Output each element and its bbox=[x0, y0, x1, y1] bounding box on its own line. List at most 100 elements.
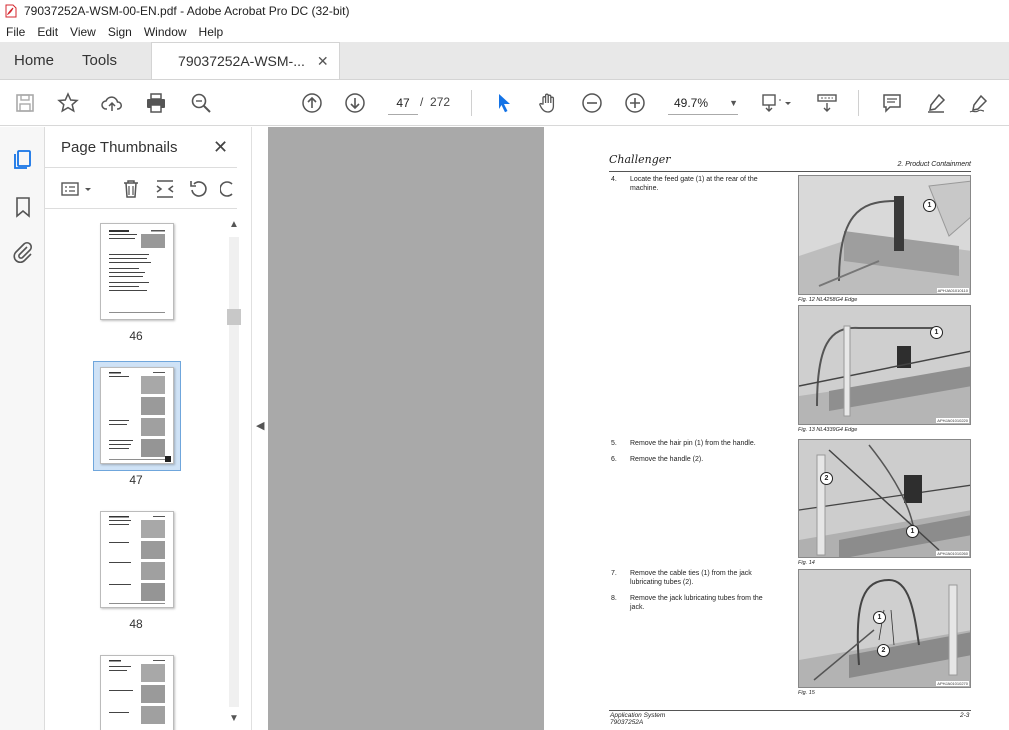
page-thumbnails-icon[interactable] bbox=[11, 148, 35, 172]
thumbnail-label: 48 bbox=[129, 617, 143, 631]
thumbnail-page-46[interactable] bbox=[100, 223, 174, 320]
section-header: 2. Product Containment bbox=[897, 161, 971, 168]
callout-2: 2 bbox=[820, 472, 833, 485]
close-tab-icon[interactable]: ✕ bbox=[317, 53, 329, 70]
delete-page-icon[interactable] bbox=[120, 178, 142, 200]
save-icon[interactable] bbox=[14, 92, 36, 114]
thumbnail-list: 46 47 48 bbox=[45, 209, 227, 730]
menu-help[interactable]: Help bbox=[193, 25, 230, 39]
callout-1: 1 bbox=[923, 199, 936, 212]
figure-code: APHJA01010110 bbox=[936, 288, 969, 293]
thumbnail-label: 47 bbox=[129, 473, 143, 487]
attachments-icon[interactable] bbox=[11, 240, 35, 264]
chevron-down-icon[interactable] bbox=[83, 178, 93, 200]
thumbnail-page-47[interactable] bbox=[100, 367, 174, 464]
footer-page-number: 2-3 bbox=[960, 712, 970, 719]
step-number: 6. bbox=[611, 456, 617, 463]
hand-tool-icon[interactable] bbox=[537, 92, 559, 114]
callout-1: 1 bbox=[906, 525, 919, 538]
footer-rule bbox=[609, 710, 971, 711]
figure-code: APHJA01010220 bbox=[936, 418, 969, 423]
document-viewer[interactable]: Challenger 2. Product Containment 4. Loc… bbox=[268, 127, 1009, 730]
header-rule bbox=[609, 171, 971, 172]
machine-photo bbox=[799, 570, 970, 687]
page-fit-icon[interactable] bbox=[760, 92, 782, 114]
comment-icon[interactable] bbox=[881, 92, 903, 114]
rotate-right-icon[interactable] bbox=[220, 178, 234, 200]
print-icon[interactable] bbox=[145, 92, 167, 114]
rotate-left-icon[interactable] bbox=[188, 178, 210, 200]
zoom-out-icon[interactable] bbox=[581, 92, 603, 114]
sign-pen-icon[interactable] bbox=[968, 92, 990, 114]
extract-pages-icon[interactable] bbox=[154, 178, 176, 200]
menu-file[interactable]: File bbox=[0, 25, 31, 39]
menu-sign[interactable]: Sign bbox=[102, 25, 138, 39]
bookmark-star-icon[interactable] bbox=[57, 92, 79, 114]
step-text: lubricating tubes (2). bbox=[630, 579, 694, 586]
title-bar: 79037252A-WSM-00-EN.pdf - Adobe Acrobat … bbox=[0, 0, 1009, 22]
tab-home[interactable]: Home bbox=[0, 42, 68, 79]
tab-tools[interactable]: Tools bbox=[68, 42, 131, 79]
scroll-up-icon[interactable]: ▲ bbox=[227, 219, 241, 233]
figure-code: APHJA01010270 bbox=[936, 681, 969, 686]
scroll-track[interactable] bbox=[229, 237, 239, 707]
step-number: 8. bbox=[611, 595, 617, 602]
step-text: Remove the jack lubricating tubes from t… bbox=[630, 595, 763, 602]
highlight-pen-icon[interactable] bbox=[925, 92, 947, 114]
page-count: / 272 bbox=[420, 95, 450, 109]
toolbar-divider bbox=[471, 90, 472, 116]
panel-splitter[interactable]: ◀ bbox=[251, 127, 268, 730]
document-page: Challenger 2. Product Containment 4. Loc… bbox=[544, 127, 1009, 730]
step-text: Remove the hair pin (1) from the handle. bbox=[630, 440, 756, 447]
figure-caption: Fig. 13 NL4339G4 Edge bbox=[798, 427, 858, 433]
machine-photo bbox=[799, 440, 970, 557]
footer-doc-number: 79037252A bbox=[610, 719, 644, 726]
thumbnail-page-48[interactable] bbox=[100, 511, 174, 608]
close-panel-icon[interactable]: ✕ bbox=[213, 137, 228, 158]
chevron-down-icon: ▼ bbox=[729, 97, 738, 108]
toolbar bbox=[0, 80, 1009, 126]
tab-document-label: 79037252A-WSM-... bbox=[178, 53, 305, 69]
pdf-file-icon bbox=[5, 4, 17, 18]
select-cursor-icon[interactable] bbox=[493, 92, 515, 114]
window-title: 79037252A-WSM-00-EN.pdf - Adobe Acrobat … bbox=[24, 4, 350, 18]
previous-page-icon[interactable] bbox=[301, 92, 323, 114]
menu-edit[interactable]: Edit bbox=[31, 25, 64, 39]
figure-caption: Fig. 15 bbox=[798, 690, 815, 696]
scroll-thumb[interactable] bbox=[227, 309, 241, 325]
thumbnail-options-icon[interactable] bbox=[60, 178, 82, 200]
zoom-select[interactable]: 49.7% ▼ bbox=[668, 91, 738, 115]
bookmarks-icon[interactable] bbox=[11, 195, 35, 219]
zoom-in-icon[interactable] bbox=[624, 92, 646, 114]
zoom-search-icon[interactable] bbox=[190, 92, 212, 114]
tab-document[interactable]: 79037252A-WSM-... ✕ bbox=[151, 42, 340, 79]
thumbnail-page-49[interactable] bbox=[100, 655, 174, 730]
thumbnail-scrollbar[interactable]: ▲ ▼ bbox=[227, 219, 241, 727]
page-fit-dropdown-icon[interactable] bbox=[783, 92, 793, 114]
page-number-input[interactable]: 47 bbox=[388, 91, 418, 115]
thumbnail-page-47-preview bbox=[109, 372, 171, 462]
figure-code: APHJA01010260 bbox=[936, 551, 969, 556]
step-number: 5. bbox=[611, 440, 617, 447]
total-pages: 272 bbox=[430, 95, 451, 109]
menu-bar: File Edit View Sign Window Help bbox=[0, 22, 1009, 42]
collapse-panel-icon[interactable]: ◀ bbox=[256, 419, 264, 432]
figure-caption: Fig. 12 NL4258G4 Edge bbox=[798, 297, 858, 303]
step-text: Locate the feed gate (1) at the rear of … bbox=[630, 176, 758, 183]
upload-cloud-icon[interactable] bbox=[101, 92, 123, 114]
menu-window[interactable]: Window bbox=[138, 25, 193, 39]
menu-view[interactable]: View bbox=[64, 25, 102, 39]
thumbnail-label: 46 bbox=[129, 329, 143, 343]
figure-image: 1 APHJA01010220 bbox=[798, 305, 971, 425]
footer-title: Application System bbox=[610, 712, 666, 719]
scroll-mode-icon[interactable] bbox=[816, 92, 838, 114]
machine-photo bbox=[799, 306, 970, 424]
callout-2: 2 bbox=[877, 644, 890, 657]
callout-1: 1 bbox=[873, 611, 886, 624]
figure-image: 2 1 APHJA01010260 bbox=[798, 439, 971, 558]
thumbnail-page-49-preview bbox=[109, 660, 165, 724]
zoom-value: 49.7% bbox=[674, 95, 709, 110]
next-page-icon[interactable] bbox=[344, 92, 366, 114]
scroll-down-icon[interactable]: ▼ bbox=[227, 713, 241, 727]
page-thumbnails-panel: Page Thumbnails ✕ 46 47 48 ▲ ▼ bbox=[45, 127, 251, 730]
